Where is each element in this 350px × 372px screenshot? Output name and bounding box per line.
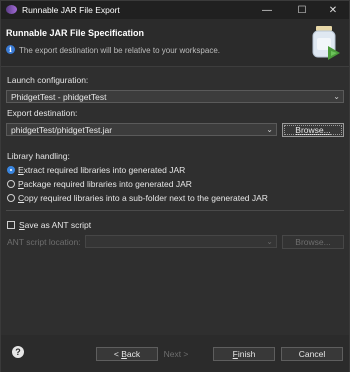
jar-export-icon: [312, 26, 340, 60]
title-bar: Runnable JAR File Export — ☐ ✕: [1, 1, 349, 19]
next-button[interactable]: Next >: [145, 347, 207, 361]
cancel-button[interactable]: Cancel: [281, 347, 343, 361]
page-message: The export destination will be relative …: [19, 46, 220, 55]
library-handling-label: Library handling:: [7, 151, 70, 161]
radio-extract[interactable]: [7, 166, 15, 174]
page-title: Runnable JAR File Specification: [6, 28, 145, 38]
export-dialog: Runnable JAR File Export — ☐ ✕ Runnable …: [0, 0, 350, 372]
wizard-banner: Runnable JAR File Specification i The ex…: [1, 19, 349, 67]
browse-ant-label: Browse...: [295, 237, 331, 247]
save-ant-checkbox[interactable]: [7, 221, 15, 229]
info-icon: i: [6, 45, 15, 54]
browse-destination-button[interactable]: Browse...: [282, 123, 344, 137]
launch-config-label: Launch configuration:: [7, 75, 89, 85]
launch-config-select[interactable]: PhidgetTest - phidgetTest ⌄: [6, 90, 344, 103]
launch-config-value: PhidgetTest - phidgetTest: [11, 92, 107, 102]
radio-copy-label[interactable]: Copy required libraries into a sub-folde…: [18, 193, 268, 203]
radio-extract-label[interactable]: Extract required libraries into generate…: [18, 165, 185, 175]
chevron-down-icon: ⌄: [266, 125, 273, 134]
maximize-button[interactable]: ☐: [286, 1, 318, 19]
ant-location-input[interactable]: ⌄: [85, 235, 277, 248]
ant-location-label: ANT script location:: [7, 237, 81, 247]
window-title: Runnable JAR File Export: [22, 5, 120, 15]
radio-package[interactable]: [7, 180, 15, 188]
radio-package-label[interactable]: Package required libraries into generate…: [18, 179, 192, 189]
chevron-down-icon: ⌄: [333, 92, 340, 101]
export-destination-value: phidgetTest/phidgetTest.jar: [11, 125, 113, 135]
eclipse-icon: [6, 5, 17, 14]
save-ant-label[interactable]: Save as ANT script: [19, 220, 91, 230]
browse-ant-button[interactable]: Browse...: [282, 235, 344, 249]
separator: [6, 210, 344, 211]
help-icon[interactable]: ?: [12, 346, 24, 358]
export-destination-label: Export destination:: [7, 108, 78, 118]
close-button[interactable]: ✕: [317, 1, 349, 19]
radio-copy[interactable]: [7, 194, 15, 202]
chevron-down-icon: ⌄: [266, 237, 273, 246]
minimize-button[interactable]: —: [251, 1, 283, 19]
export-destination-input[interactable]: phidgetTest/phidgetTest.jar ⌄: [6, 123, 277, 136]
browse-destination-label: Browse...: [295, 125, 331, 135]
finish-button[interactable]: Finish: [213, 347, 275, 361]
